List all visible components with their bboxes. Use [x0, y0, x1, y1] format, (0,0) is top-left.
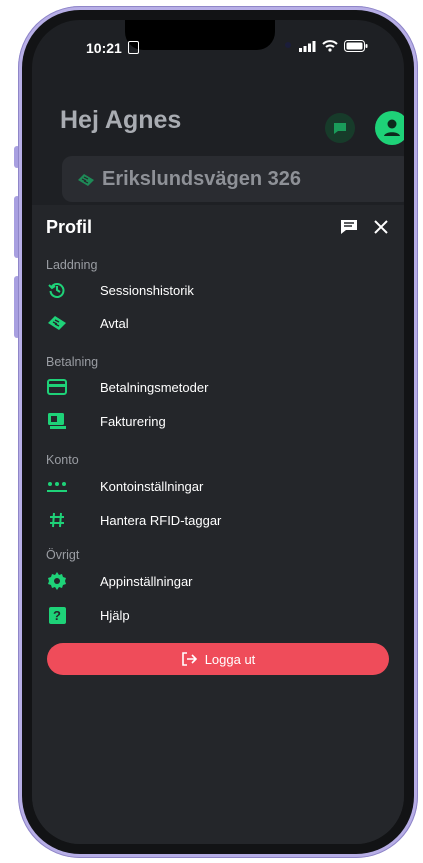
wifi-icon [322, 40, 338, 52]
chat-button[interactable] [340, 219, 358, 235]
menu-item-sessionshistorik[interactable]: Sessionshistorik [46, 277, 384, 303]
messages-button[interactable] [325, 113, 355, 143]
status-icons [299, 40, 368, 52]
menu-item-hjalp[interactable]: ? Hjälp [46, 602, 384, 628]
close-icon [374, 220, 388, 234]
gear-icon [46, 570, 68, 592]
app-screen: 10:21 Hej Agnes Erikslundsvägen 326 Prof… [32, 20, 404, 844]
menu-item-betalningsmetoder[interactable]: Betalningsmetoder [46, 374, 384, 400]
camera [285, 42, 291, 48]
menu-item-avtal[interactable]: Avtal [46, 310, 384, 336]
logout-button[interactable]: Logga ut [47, 643, 389, 675]
lock-icon [127, 41, 139, 54]
help-icon: ? [46, 604, 68, 626]
profile-sheet: Profil Laddning Sessionshistorik Avtal B… [32, 205, 404, 844]
section-ovrigt: Övrigt [46, 548, 80, 562]
chat-icon [341, 220, 357, 234]
address-row: Erikslundsvägen 326 [76, 168, 301, 191]
credit-card-icon [46, 376, 68, 398]
phone-frame: 10:21 Hej Agnes Erikslundsvägen 326 Prof… [18, 6, 418, 858]
notch [125, 20, 275, 50]
profile-avatar-button[interactable] [375, 111, 404, 145]
sheet-title: Profil [46, 217, 93, 237]
battery-icon [344, 40, 368, 52]
section-laddning: Laddning [46, 258, 98, 272]
section-betalning: Betalning [46, 355, 99, 369]
menu-item-kontoinstallningar[interactable]: Kontoinställningar [46, 473, 384, 499]
agreement-icon [46, 312, 68, 334]
logout-icon [181, 652, 197, 666]
greeting: Hej Agnes [60, 106, 182, 134]
invoice-icon [46, 410, 68, 432]
agreement-icon [78, 173, 94, 186]
menu-item-fakturering[interactable]: Fakturering [46, 408, 384, 434]
signal-icon [299, 40, 316, 52]
hashtag-icon [46, 509, 68, 531]
section-konto: Konto [46, 453, 79, 467]
menu-item-rfid[interactable]: Hantera RFID-taggar [46, 507, 384, 533]
status-time: 10:21 [86, 40, 139, 56]
user-icon [384, 119, 400, 136]
history-icon [46, 279, 68, 301]
menu-item-appinstallningar[interactable]: Appinställningar [46, 568, 384, 594]
close-button[interactable] [374, 220, 388, 234]
password-icon [46, 475, 68, 497]
chat-icon [334, 123, 346, 134]
